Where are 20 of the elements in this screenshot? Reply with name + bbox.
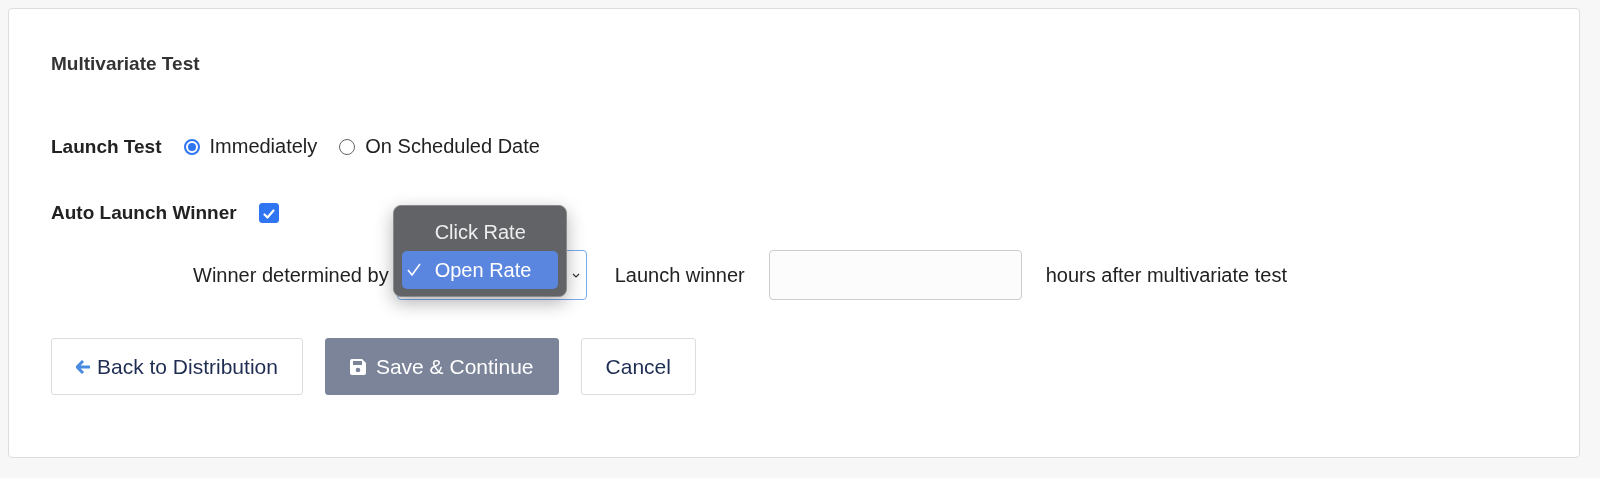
check-icon bbox=[262, 207, 275, 219]
field-label: Winner determined by bbox=[193, 263, 389, 287]
radio-label[interactable]: On Scheduled Date bbox=[365, 135, 540, 158]
menu-item[interactable]: Open Rate bbox=[401, 251, 558, 289]
arrow-left-icon bbox=[76, 359, 91, 374]
radio-button[interactable] bbox=[183, 138, 200, 155]
hours-input[interactable] bbox=[768, 250, 1022, 300]
back-button[interactable]: Back to Distribution bbox=[51, 338, 303, 395]
save-button[interactable]: Save & Continue bbox=[324, 338, 559, 395]
panel-title: Multivariate Test bbox=[51, 53, 201, 75]
field-label: hours after multivariate test bbox=[1045, 263, 1287, 287]
field-label: Launch Test bbox=[51, 135, 162, 158]
checkbox[interactable] bbox=[258, 203, 279, 223]
field-label: Auto Launch Winner bbox=[51, 202, 237, 224]
check-icon bbox=[406, 263, 421, 277]
menu-item[interactable]: Click Rate bbox=[401, 213, 558, 251]
radio-label[interactable]: Immediately bbox=[209, 135, 318, 158]
cancel-button[interactable]: Cancel bbox=[580, 338, 696, 395]
field-label: Launch winner bbox=[614, 263, 745, 287]
caret-icon bbox=[571, 272, 580, 278]
